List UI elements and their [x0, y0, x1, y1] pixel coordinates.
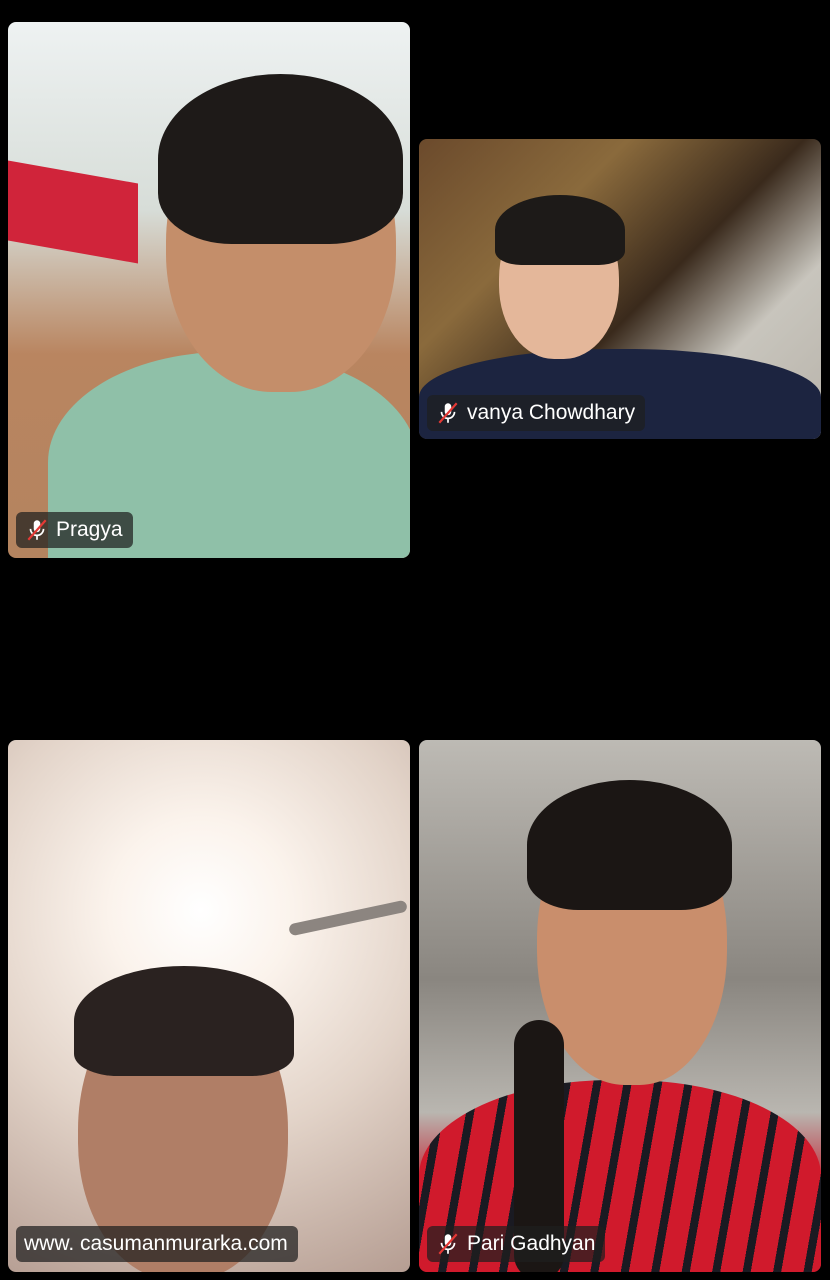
mic-off-icon	[438, 402, 458, 424]
participant-hair	[74, 966, 294, 1076]
video-tile-casumanmurarka[interactable]: www. casumanmurarka.com	[8, 740, 410, 1272]
name-tag: vanya Chowdhary	[427, 395, 646, 431]
participant-name: vanya Chowdhary	[467, 401, 636, 424]
name-tag: Pari Gadhyan	[427, 1226, 606, 1262]
name-tag: www. casumanmurarka.com	[16, 1226, 298, 1262]
participant-hair	[527, 780, 732, 910]
participant-name: www. casumanmurarka.com	[24, 1232, 288, 1255]
video-tile-vanya[interactable]: vanya Chowdhary	[419, 139, 821, 439]
participant-hair	[495, 195, 625, 265]
name-tag: Pragya	[16, 512, 133, 548]
video-tile-pragya[interactable]: Pragya	[8, 22, 410, 558]
background-awning	[8, 160, 138, 264]
participant-name: Pragya	[56, 518, 123, 541]
participant-hair	[158, 74, 403, 244]
video-tile-pari[interactable]: Pari Gadhyan	[419, 740, 821, 1272]
mic-off-icon	[438, 1233, 458, 1255]
participant-name: Pari Gadhyan	[467, 1232, 596, 1255]
mic-off-icon	[27, 519, 47, 541]
ceiling-fan	[288, 899, 408, 937]
